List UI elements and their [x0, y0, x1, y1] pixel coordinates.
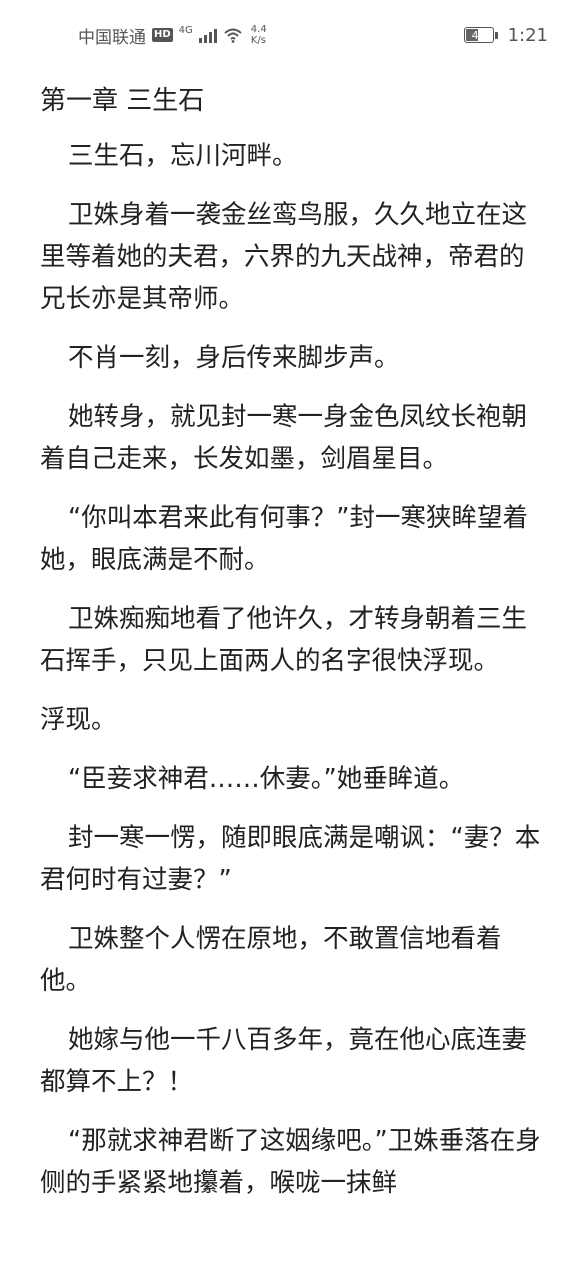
chapter-paragraph: “臣妾求神君……休妻。”她垂眸道。	[68, 764, 465, 794]
chapter-paragraph: 封一寒一愣，随即眼底满是嘲讽：“妻？本君何时有过妻？”	[40, 823, 541, 895]
chapter-paragraph: 卫姝整个人愣在原地，不敢置信地看着他。	[40, 924, 502, 996]
chapter-paragraph: “你叫本君来此有何事？”封一寒狭眸望着她，眼底满是不耐。	[40, 503, 528, 575]
chapter-paragraph: 她转身，就见封一寒一身金色凤纹长袍朝着自己走来，长发如墨，剑眉星目。	[40, 402, 528, 474]
carrier-name: 中国联通	[78, 27, 146, 48]
chapter-paragraph: 她嫁与他一千八百多年，竟在他心底连妻都算不上？！	[40, 1025, 528, 1097]
chapter-paragraph: 卫姝痴痴地看了他许久，才转身朝着三生石挥手，只见上面两人的名字很快浮现。	[40, 604, 528, 676]
chapter-paragraph: 三生石，忘川河畔。	[68, 141, 298, 171]
network-type-label: 4G	[178, 25, 193, 36]
chapter-paragraph: “那就求神君断了这姻缘吧。”卫姝垂落在身侧的手紧紧地攥着，喉咙一抹鲜	[40, 1126, 541, 1198]
status-right: 47 1:21	[463, 24, 548, 46]
hd-icon: HD	[152, 28, 173, 42]
chapter-paragraph: 不肖一刻，身后传来脚步声。	[68, 343, 400, 373]
clock: 1:21	[507, 24, 548, 46]
status-bar: 中国联通 HD 4G 4.4 K/s 47 1:21	[0, 0, 576, 70]
battery-tip	[494, 31, 498, 39]
network-speed: 4.4 K/s	[251, 24, 267, 46]
battery-body: 47	[463, 27, 494, 43]
battery-level: 47	[471, 28, 486, 42]
chapter-title: 第一章 三生石	[40, 86, 205, 116]
chapter-body: 三生石，忘川河畔。卫姝身着一袭金丝鸾鸟服，久久地立在这里等着她的夫君，六界的九天…	[40, 135, 546, 1204]
chapter-paragraph: 卫姝身着一袭金丝鸾鸟服，久久地立在这里等着她的夫君，六界的九天战神，帝君的兄长亦…	[40, 200, 528, 314]
network-speed-value: 4.4	[250, 24, 267, 35]
battery-icon: 47	[463, 27, 498, 43]
status-left: 中国联通 HD 4G 4.4 K/s	[78, 23, 267, 48]
chapter-paragraph: 浮现。	[40, 705, 117, 735]
wifi-icon	[224, 28, 242, 43]
network-speed-unit: K/s	[250, 35, 266, 46]
signal-strength-icon	[198, 27, 217, 43]
reader-page[interactable]: 第一章 三生石 三生石，忘川河畔。卫姝身着一袭金丝鸾鸟服，久久地立在这里等着她的…	[0, 70, 576, 1280]
